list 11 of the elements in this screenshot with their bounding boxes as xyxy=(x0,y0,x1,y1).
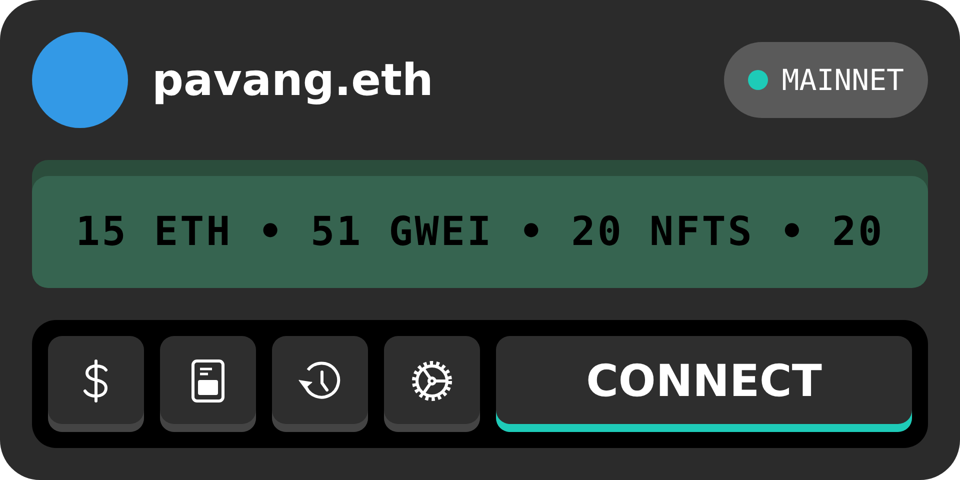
gear-icon xyxy=(409,358,455,404)
history-icon xyxy=(297,360,343,402)
document-icon xyxy=(191,359,225,403)
ticker-text: 15 ETH • 51 GWEI • 20 NFTS • 20 xyxy=(76,209,884,255)
history-button[interactable] xyxy=(272,336,368,432)
card-button[interactable] xyxy=(160,336,256,432)
account-name: pavang.eth xyxy=(152,54,434,106)
connect-button[interactable]: CONNECT xyxy=(496,336,912,432)
dollar-button[interactable] xyxy=(48,336,144,432)
settings-button[interactable] xyxy=(384,336,480,432)
network-label: MAINNET xyxy=(782,63,904,97)
